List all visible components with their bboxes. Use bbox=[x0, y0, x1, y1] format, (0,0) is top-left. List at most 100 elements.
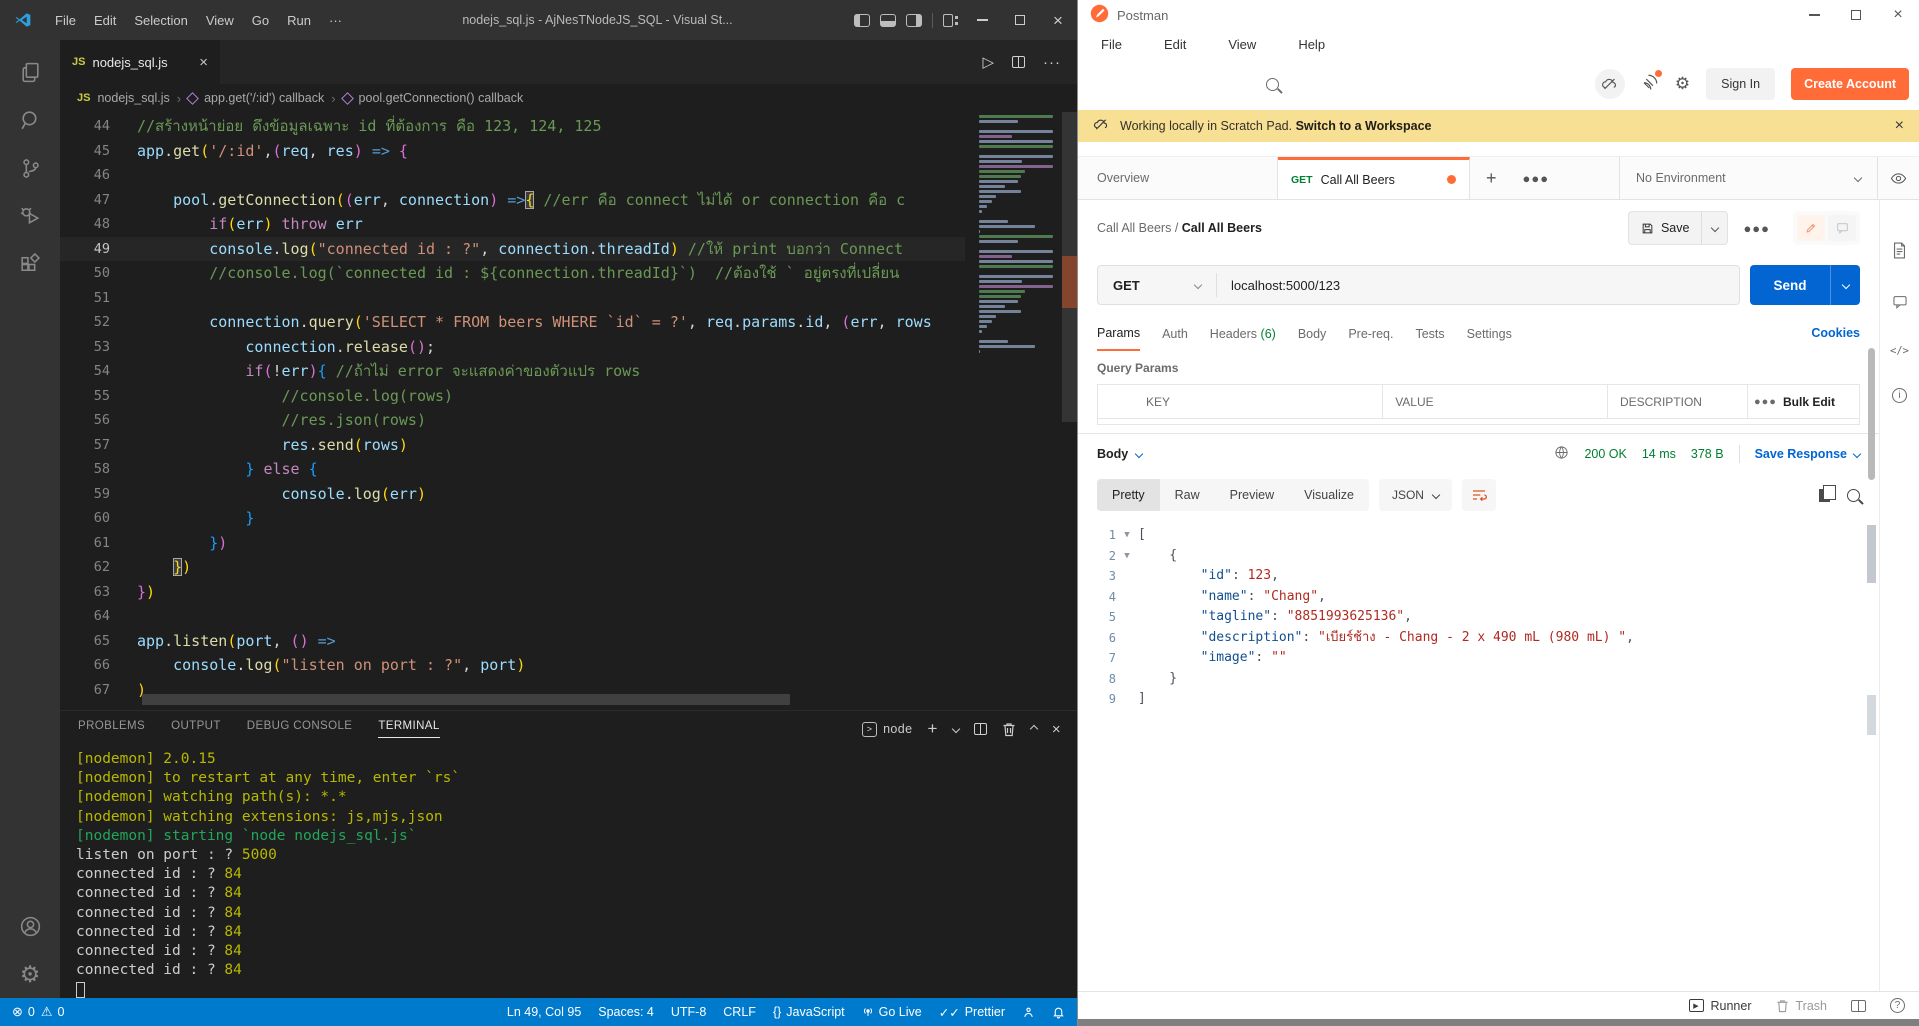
search-response-icon[interactable] bbox=[1847, 489, 1860, 502]
scrollbar-thumb[interactable] bbox=[1867, 525, 1876, 583]
code-snippet-icon[interactable]: </> bbox=[1890, 345, 1909, 357]
offline-cloud-icon[interactable] bbox=[1595, 69, 1625, 99]
more-actions-icon[interactable]: ··· bbox=[1043, 54, 1061, 71]
menu-item[interactable]: Run bbox=[278, 9, 320, 32]
create-account-button[interactable]: Create Account bbox=[1791, 68, 1909, 100]
encoding[interactable]: UTF-8 bbox=[671, 1005, 706, 1019]
help-icon[interactable]: ? bbox=[1890, 998, 1905, 1013]
indentation[interactable]: Spaces: 4 bbox=[598, 1005, 654, 1019]
bulk-edit-button[interactable]: Bulk Edit bbox=[1783, 385, 1859, 418]
view-visualize[interactable]: Visualize bbox=[1289, 479, 1369, 511]
comment-icon[interactable] bbox=[1828, 215, 1856, 241]
sign-in-button[interactable]: Sign In bbox=[1706, 68, 1775, 100]
method-select[interactable]: GET bbox=[1098, 278, 1216, 293]
column-value[interactable]: VALUE bbox=[1383, 385, 1608, 418]
maximize-button[interactable] bbox=[1835, 0, 1877, 30]
tab-headers[interactable]: Headers (6) bbox=[1210, 317, 1276, 350]
run-debug-icon[interactable] bbox=[6, 192, 54, 240]
shell-selector[interactable]: > node bbox=[862, 722, 912, 737]
go-live[interactable]: Go Live bbox=[862, 1005, 922, 1019]
two-pane-icon[interactable] bbox=[1851, 1000, 1866, 1012]
cookies-link[interactable]: Cookies bbox=[1811, 326, 1860, 340]
tab-auth[interactable]: Auth bbox=[1162, 317, 1188, 350]
menu-item[interactable]: File bbox=[46, 9, 85, 32]
t​ab-prereq[interactable]: Pre-req. bbox=[1348, 317, 1393, 350]
notifications-bell-icon[interactable] bbox=[1052, 1005, 1065, 1019]
column-key[interactable]: KEY bbox=[1134, 385, 1383, 418]
scrollbar-thumb[interactable] bbox=[1867, 695, 1876, 735]
tab-params[interactable]: Params bbox=[1097, 316, 1140, 351]
breadcrumb-file[interactable]: nodejs_sql.js bbox=[97, 91, 169, 105]
response-size[interactable]: 378 B bbox=[1691, 447, 1724, 461]
banner-close-icon[interactable]: × bbox=[1895, 117, 1904, 135]
send-options-icon[interactable] bbox=[1830, 265, 1860, 305]
response-body-toggle[interactable]: Body bbox=[1097, 447, 1142, 461]
errors-badge[interactable]: ⊗0 bbox=[12, 1004, 35, 1020]
run-file-icon[interactable]: ▷ bbox=[982, 53, 994, 71]
menu-item[interactable]: View bbox=[197, 9, 243, 32]
menu-item[interactable]: Go bbox=[243, 9, 278, 32]
documentation-icon[interactable] bbox=[1892, 242, 1907, 264]
prettier-status[interactable]: ✓✓Prettier bbox=[939, 1005, 1005, 1020]
send-button[interactable]: Send bbox=[1750, 265, 1860, 305]
eol-sequence[interactable]: CRLF bbox=[723, 1005, 756, 1019]
view-raw[interactable]: Raw bbox=[1160, 479, 1215, 511]
request-breadcrumb[interactable]: Call All Beers / Call All Beers bbox=[1097, 221, 1262, 235]
warnings-badge[interactable]: ⚠0 bbox=[41, 1004, 65, 1020]
switch-workspace-link[interactable]: Switch to a Workspace bbox=[1296, 119, 1432, 133]
capture-requests-icon[interactable] bbox=[1641, 73, 1659, 96]
copy-icon[interactable] bbox=[1819, 489, 1830, 502]
menu-item[interactable]: Edit bbox=[85, 9, 125, 32]
tab-output[interactable]: OUTPUT bbox=[171, 720, 221, 738]
close-button[interactable]: × bbox=[1877, 0, 1919, 30]
save-button[interactable]: Save bbox=[1628, 211, 1729, 245]
breadcrumb-symbol[interactable]: app.get('/:id') callback bbox=[204, 91, 324, 105]
format-select[interactable]: JSON bbox=[1379, 479, 1452, 511]
rename-pencil-icon[interactable] bbox=[1797, 215, 1825, 241]
save-response-button[interactable]: Save Response bbox=[1755, 447, 1860, 461]
menu-item[interactable]: File bbox=[1092, 33, 1131, 56]
customize-layout-icon[interactable] bbox=[943, 14, 953, 27]
split-terminal-icon[interactable] bbox=[974, 723, 987, 735]
tab-settings[interactable]: Settings bbox=[1467, 317, 1512, 350]
fold-caret-icon[interactable]: ▼ bbox=[1116, 546, 1138, 567]
breadcrumb-symbol[interactable]: pool.getConnection() callback bbox=[359, 91, 524, 105]
menu-item[interactable]: Edit bbox=[1155, 33, 1195, 56]
comments-icon[interactable] bbox=[1892, 295, 1908, 314]
maximize-button[interactable] bbox=[1001, 0, 1039, 40]
language-mode[interactable]: {}JavaScript bbox=[773, 1005, 845, 1019]
tab-problems[interactable]: PROBLEMS bbox=[78, 720, 145, 738]
close-panel-icon[interactable]: × bbox=[1052, 721, 1061, 738]
minimize-button[interactable] bbox=[1793, 0, 1835, 30]
runner-button[interactable]: ▶ Runner bbox=[1689, 999, 1752, 1013]
minimap[interactable] bbox=[979, 115, 1059, 355]
tab-body[interactable]: Body bbox=[1298, 317, 1327, 350]
trash-button[interactable]: Trash bbox=[1776, 999, 1828, 1013]
menu-item[interactable]: View bbox=[1219, 33, 1265, 56]
settings-gear-icon[interactable]: ⚙ bbox=[6, 950, 54, 998]
new-terminal-icon[interactable]: + bbox=[928, 719, 938, 739]
horizontal-scrollbar[interactable] bbox=[142, 694, 790, 705]
search-icon[interactable] bbox=[1266, 78, 1279, 91]
terminal-output[interactable]: [nodemon] 2.0.15[nodemon] to restart at … bbox=[60, 747, 1077, 998]
column-description[interactable]: DESCRIPTION bbox=[1608, 385, 1747, 418]
menu-item[interactable]: Selection bbox=[125, 9, 196, 32]
toggle-panel-icon[interactable] bbox=[880, 14, 896, 27]
tab-close-icon[interactable]: × bbox=[199, 54, 208, 71]
status-badge[interactable]: 200 OK bbox=[1584, 447, 1626, 461]
fold-caret-icon[interactable]: ▼ bbox=[1116, 525, 1138, 546]
tab-call-all-beers[interactable]: GET Call All Beers bbox=[1278, 157, 1470, 199]
new-tab-icon[interactable]: + bbox=[1470, 157, 1513, 199]
response-body-json[interactable]: 1▼[2▼ {3 "id": 123,4 "name": "Chang",5 "… bbox=[1078, 517, 1879, 991]
accounts-icon[interactable] bbox=[6, 902, 54, 950]
url-input[interactable]: localhost:5000/123 bbox=[1217, 278, 1340, 293]
tab-nodejs-sql[interactable]: JS nodejs_sql.js × bbox=[60, 40, 220, 84]
request-info-icon[interactable]: i bbox=[1892, 388, 1907, 403]
maximize-panel-icon[interactable] bbox=[1030, 725, 1038, 733]
response-time[interactable]: 14 ms bbox=[1642, 447, 1676, 461]
tab-tests[interactable]: Tests bbox=[1415, 317, 1444, 350]
extensions-icon[interactable] bbox=[6, 240, 54, 288]
tab-options-icon[interactable]: ●●● bbox=[1513, 157, 1560, 199]
terminal-dropdown-icon[interactable] bbox=[952, 725, 960, 733]
wrap-lines-icon[interactable] bbox=[1462, 479, 1496, 511]
